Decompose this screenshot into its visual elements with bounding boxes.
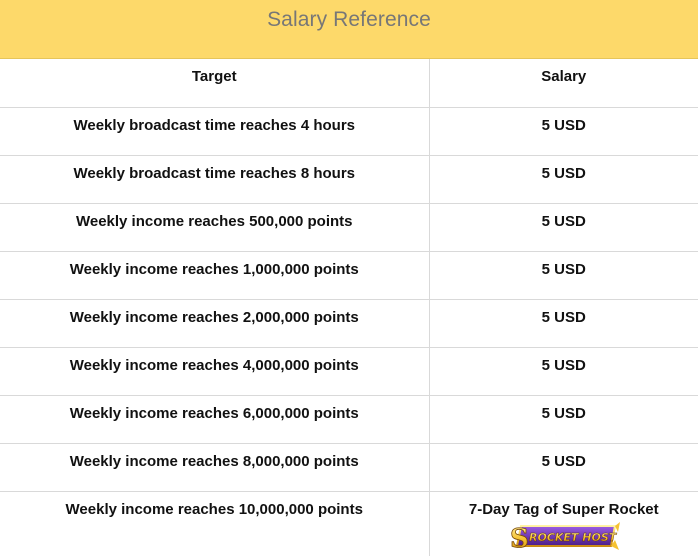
column-header-salary: Salary	[429, 59, 698, 107]
salary-cell: 5 USD	[429, 155, 698, 203]
salary-cell: 5 USD	[429, 107, 698, 155]
table-row: Weekly income reaches 2,000,000 points 5…	[0, 299, 698, 347]
table-row: Weekly income reaches 6,000,000 points 5…	[0, 395, 698, 443]
super-rocket-host-badge-icon: S ROCKET HOST	[507, 520, 621, 552]
table-row: Weekly broadcast time reaches 4 hours 5 …	[0, 107, 698, 155]
svg-text:ROCKET HOST: ROCKET HOST	[529, 531, 618, 544]
salary-cell: 5 USD	[429, 299, 698, 347]
target-cell: Weekly income reaches 10,000,000 points	[0, 491, 429, 556]
target-cell: Weekly income reaches 1,000,000 points	[0, 251, 429, 299]
table-row: Weekly income reaches 8,000,000 points 5…	[0, 443, 698, 491]
table-row: Weekly income reaches 1,000,000 points 5…	[0, 251, 698, 299]
salary-cell: 5 USD	[429, 443, 698, 491]
column-header-target: Target	[0, 59, 429, 107]
table-row: Weekly income reaches 500,000 points 5 U…	[0, 203, 698, 251]
salary-cell: 7-Day Tag of Super Rocket	[429, 491, 698, 556]
page-title: Salary Reference	[0, 0, 698, 59]
target-cell: Weekly income reaches 6,000,000 points	[0, 395, 429, 443]
salary-cell: 5 USD	[429, 251, 698, 299]
target-cell: Weekly broadcast time reaches 8 hours	[0, 155, 429, 203]
table-header-row: Target Salary	[0, 59, 698, 107]
salary-cell: 5 USD	[429, 347, 698, 395]
table-row: Weekly income reaches 4,000,000 points 5…	[0, 347, 698, 395]
target-cell: Weekly income reaches 8,000,000 points	[0, 443, 429, 491]
salary-cell: 5 USD	[429, 395, 698, 443]
salary-reference-page: Salary Reference Target Salary Weekly br…	[0, 0, 698, 555]
salary-table: Target Salary Weekly broadcast time reac…	[0, 59, 698, 556]
table-row: Weekly income reaches 10,000,000 points …	[0, 491, 698, 556]
salary-cell: 5 USD	[429, 203, 698, 251]
target-cell: Weekly broadcast time reaches 4 hours	[0, 107, 429, 155]
table-row: Weekly broadcast time reaches 8 hours 5 …	[0, 155, 698, 203]
target-cell: Weekly income reaches 4,000,000 points	[0, 347, 429, 395]
svg-text:S: S	[510, 524, 529, 552]
target-cell: Weekly income reaches 2,000,000 points	[0, 299, 429, 347]
reward-label: 7-Day Tag of Super Rocket	[430, 501, 698, 518]
target-cell: Weekly income reaches 500,000 points	[0, 203, 429, 251]
